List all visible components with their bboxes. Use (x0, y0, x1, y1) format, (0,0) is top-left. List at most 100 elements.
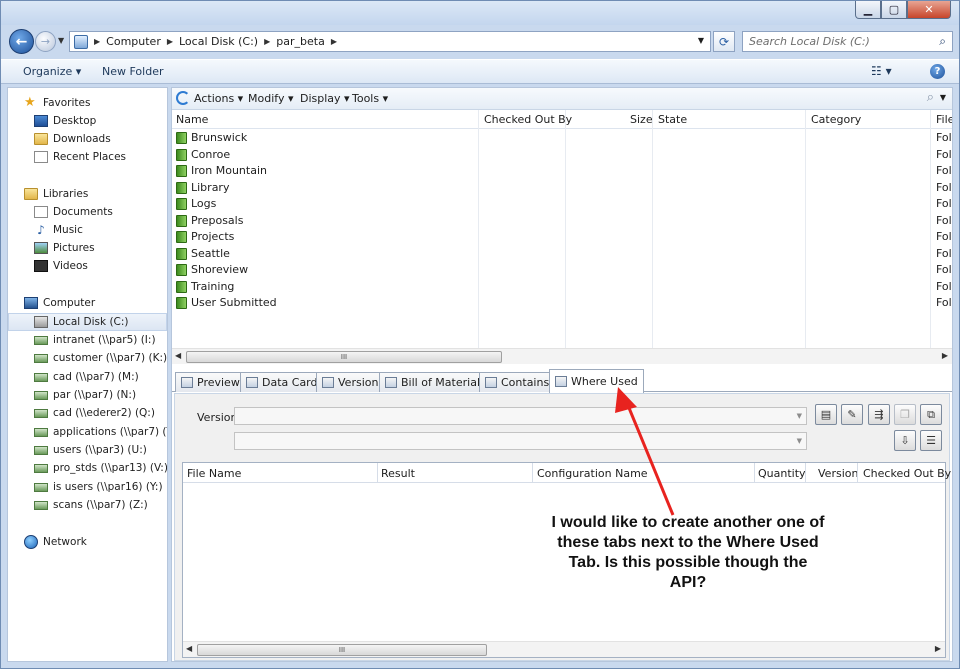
minimize-button[interactable]: ▁ (855, 1, 881, 19)
nav-videos[interactable]: Videos (34, 257, 167, 275)
view-options-icon[interactable]: ☷ ▾ (871, 64, 892, 78)
chevron-right-icon[interactable]: ▶ (167, 37, 173, 46)
search-icon[interactable]: ⌕ (939, 34, 946, 49)
tab-data-card[interactable]: Data Card (240, 372, 324, 392)
nav-drive-k[interactable]: customer (\\par7) (K:) (34, 349, 167, 367)
back-button[interactable]: ← (9, 29, 34, 54)
column-checked-out-by[interactable]: Checked Out By (484, 113, 572, 126)
nav-downloads[interactable]: Downloads (34, 130, 167, 148)
open-file-button[interactable]: ❐ (894, 404, 916, 425)
column-version[interactable]: Version (818, 467, 858, 480)
column-divider[interactable] (377, 463, 378, 483)
tab-version[interactable]: Version (316, 372, 385, 392)
save-list-button[interactable]: ▤ (815, 404, 837, 425)
column-checked-out-by[interactable]: Checked Out By (863, 467, 951, 480)
forward-button[interactable]: → (35, 31, 56, 52)
tab-bill-of-materials[interactable]: Bill of Materials (379, 372, 492, 392)
refresh-button[interactable]: ⟳ (713, 31, 735, 52)
column-divider[interactable] (805, 463, 806, 483)
nav-drive-q[interactable]: cad (\\ederer2) (Q:) (34, 404, 167, 422)
new-folder-button[interactable]: New Folder (102, 65, 163, 78)
where-used-horizontal-scrollbar[interactable]: ◀ III ▶ (183, 641, 945, 657)
configuration-select[interactable]: ▼ (234, 432, 807, 450)
list-item[interactable]: Preposals Fold (172, 213, 952, 229)
maximize-button[interactable]: ▢ (881, 1, 907, 19)
search-input[interactable]: Search Local Disk (C:) ⌕ (742, 31, 953, 52)
breadcrumb-computer[interactable]: Computer (106, 35, 161, 48)
vault-search-icon[interactable]: ⌕ (927, 90, 934, 105)
address-bar[interactable]: ▶ Computer ▶ Local Disk (C:) ▶ par_beta … (69, 31, 711, 52)
tab-where-used[interactable]: Where Used (549, 369, 644, 393)
column-file-name[interactable]: File Name (187, 467, 241, 480)
scroll-right-icon[interactable]: ▶ (935, 644, 941, 653)
actions-menu[interactable]: Actions ▾ (194, 92, 243, 105)
tree-view-button[interactable]: ☰ (920, 430, 942, 451)
version-select[interactable]: ▼ (234, 407, 807, 425)
chevron-down-icon[interactable]: ▼ (797, 437, 802, 445)
column-result[interactable]: Result (381, 467, 415, 480)
scroll-left-icon[interactable]: ◀ (186, 644, 192, 653)
tab-contains[interactable]: Contains (479, 372, 556, 392)
column-category[interactable]: Category (811, 113, 861, 126)
nav-drive-n[interactable]: par (\\par7) (N:) (34, 386, 167, 404)
nav-network[interactable]: Network (24, 533, 167, 551)
nav-drive-z[interactable]: scans (\\par7) (Z:) (34, 496, 167, 514)
edit-button[interactable]: ✎ (841, 404, 863, 425)
change-state-button[interactable]: ⇶ (868, 404, 890, 425)
list-item[interactable]: Seattle Fold (172, 246, 952, 262)
tab-preview[interactable]: Preview (175, 372, 246, 392)
column-quantity[interactable]: Quantity (758, 467, 806, 480)
nav-computer[interactable]: Computer (24, 294, 167, 312)
chevron-right-icon[interactable]: ▶ (94, 37, 100, 46)
scrollbar-thumb[interactable]: III (186, 351, 502, 363)
column-configuration-name[interactable]: Configuration Name (537, 467, 648, 480)
chevron-right-icon[interactable]: ▶ (264, 37, 270, 46)
nav-recent-places[interactable]: Recent Places (34, 148, 167, 166)
help-icon[interactable]: ? (930, 64, 945, 79)
scroll-left-icon[interactable]: ◀ (175, 351, 181, 360)
column-size[interactable]: Size (630, 113, 653, 126)
breadcrumb-par-beta[interactable]: par_beta (276, 35, 325, 48)
nav-favorites[interactable]: ★ Favorites (24, 94, 167, 112)
breadcrumb-local-disk[interactable]: Local Disk (C:) (179, 35, 258, 48)
column-name[interactable]: Name (176, 113, 208, 126)
file-list-horizontal-scrollbar[interactable]: ◀ III ▶ (172, 348, 952, 364)
nav-desktop[interactable]: Desktop (34, 112, 167, 130)
scroll-right-icon[interactable]: ▶ (942, 351, 948, 360)
list-item[interactable]: Projects Fold (172, 229, 952, 245)
list-item[interactable]: Logs Fold (172, 196, 952, 212)
nav-drive-i[interactable]: intranet (\\par5) (I:) (34, 331, 167, 349)
column-file-type[interactable]: File (936, 113, 952, 126)
list-item[interactable]: Shoreview Fold (172, 262, 952, 278)
refresh-vault-icon[interactable] (176, 91, 190, 105)
nav-pictures[interactable]: Pictures (34, 239, 167, 257)
organize-menu[interactable]: Organize ▾ (23, 65, 81, 78)
nav-drive-v[interactable]: pro_stds (\\par13) (V:) (34, 459, 167, 477)
close-button[interactable]: ✕ (907, 1, 951, 19)
nav-drive-t[interactable]: applications (\\par7) (T:) (34, 423, 167, 441)
modify-menu[interactable]: Modify ▾ (248, 92, 293, 105)
chevron-down-icon[interactable]: ▼ (797, 412, 802, 420)
nav-drive-y[interactable]: is users (\\par16) (Y:) (34, 478, 167, 496)
list-item[interactable]: User Submitted Fold (172, 295, 952, 311)
nav-documents[interactable]: Documents (34, 203, 167, 221)
nav-drive-c[interactable]: Local Disk (C:) (8, 313, 167, 331)
copy-tree-button[interactable]: ⧉ (920, 404, 942, 425)
nav-music[interactable]: ♪ Music (34, 221, 167, 239)
column-divider[interactable] (857, 463, 858, 483)
column-state[interactable]: State (658, 113, 687, 126)
chevron-down-icon[interactable]: ▼ (940, 93, 946, 102)
column-divider[interactable] (754, 463, 755, 483)
tools-menu[interactable]: Tools ▾ (352, 92, 388, 105)
address-dropdown-icon[interactable]: ▼ (698, 36, 704, 45)
list-item[interactable]: Conroe Fold (172, 147, 952, 163)
scrollbar-thumb[interactable]: III (197, 644, 487, 656)
list-item[interactable]: Iron Mountain Fold (172, 163, 952, 179)
list-item[interactable]: Training Fold (172, 279, 952, 295)
nav-drive-m[interactable]: cad (\\par7) (M:) (34, 368, 167, 386)
list-item[interactable]: Library Fold (172, 180, 952, 196)
display-menu[interactable]: Display ▾ (300, 92, 350, 105)
nav-drive-u[interactable]: users (\\par3) (U:) (34, 441, 167, 459)
chevron-right-icon[interactable]: ▶ (331, 37, 337, 46)
pack-and-go-button[interactable]: ⇩ (894, 430, 916, 451)
